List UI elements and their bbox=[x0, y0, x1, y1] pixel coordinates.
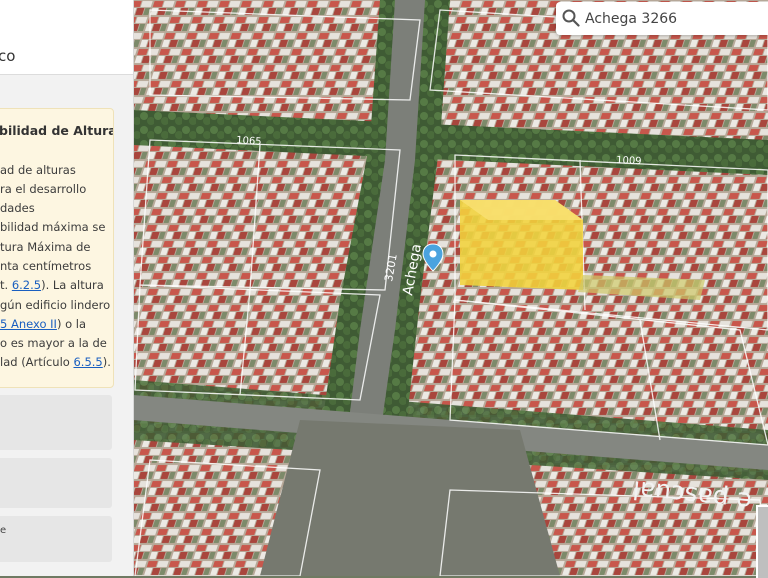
card-line: o es mayor a la de bbox=[0, 336, 107, 350]
info-section-box[interactable] bbox=[0, 395, 112, 450]
street-label-1065: 1065 bbox=[236, 135, 262, 148]
card-line-text: lad (Artículo bbox=[0, 355, 74, 369]
panel-header: co bbox=[0, 0, 133, 75]
map-layer-thumbnail[interactable] bbox=[756, 505, 768, 578]
card-title: bilidad de Altura bbox=[0, 123, 114, 138]
card-line-text: ) o la bbox=[56, 317, 87, 331]
article-link-6-2-5[interactable]: 6.2.5 bbox=[12, 278, 41, 292]
card-line: ad de alturas bbox=[0, 163, 76, 177]
address-search-box[interactable] bbox=[556, 2, 768, 35]
address-search-input[interactable] bbox=[583, 6, 767, 32]
info-section-box[interactable]: e bbox=[0, 516, 112, 562]
info-section-box[interactable] bbox=[0, 458, 112, 508]
article-link-6-5-5[interactable]: 6.5.5 bbox=[73, 355, 102, 369]
street-label-1009: 1009 bbox=[616, 155, 642, 167]
card-line: bilidad máxima se bbox=[0, 220, 106, 234]
anexo-ii-link[interactable]: 5 Anexo II bbox=[0, 317, 57, 331]
card-line: 5 Anexo II) o la bbox=[0, 317, 86, 331]
card-line: ra el desarrollo bbox=[0, 182, 87, 196]
panel-title: co bbox=[0, 47, 16, 65]
info-panel: co bilidad de Altura ad de alturas ra el… bbox=[0, 0, 134, 576]
card-line: dades bbox=[0, 201, 35, 215]
card-line: t. 6.2.5). La altura bbox=[0, 278, 104, 292]
card-line: gún edificio lindero bbox=[0, 298, 111, 312]
card-line: lad (Artículo 6.5.5). bbox=[0, 355, 111, 369]
box-label: e bbox=[0, 525, 7, 536]
card-line: tura Máxima de bbox=[0, 240, 91, 254]
card-line-text: ). bbox=[102, 355, 111, 369]
altura-info-card: bilidad de Altura ad de alturas ra el de… bbox=[0, 108, 114, 388]
search-icon[interactable] bbox=[562, 9, 580, 27]
card-line-text: ). La altura bbox=[41, 278, 104, 292]
card-line-text: t. bbox=[0, 278, 12, 292]
card-line: nta centímetros bbox=[0, 259, 92, 273]
